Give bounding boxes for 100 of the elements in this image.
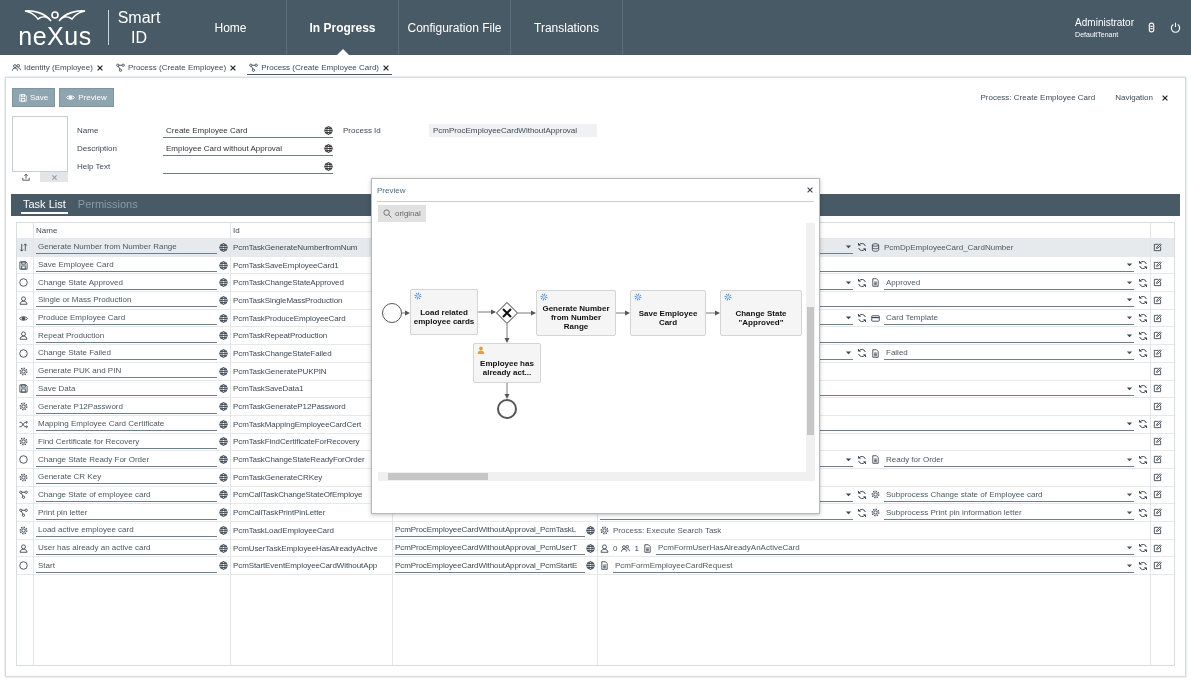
select-field[interactable]: Ready for Order [884,452,1134,467]
close-icon[interactable] [1161,93,1169,102]
refresh-icon[interactable] [857,348,867,359]
name-field[interactable]: Find Certificate for Recovery [36,434,217,449]
name-field[interactable]: Start [36,558,217,573]
edit-icon[interactable] [1153,313,1162,323]
table-row[interactable]: Load active employee card PcmTaskLoadEmployeeCard PcmProcEmployeeCardWithoutApproval_PcmTaskL Process: Execute Search Task [17,522,1174,540]
refresh-icon[interactable] [1138,560,1148,571]
nav-tab[interactable]: Configuration File [399,0,511,55]
edit-icon[interactable] [1153,437,1162,447]
select-field[interactable]: PcmFormUserHasAlreadyAnActiveCard [655,541,1134,556]
power-icon[interactable] [1170,22,1181,33]
select-field[interactable]: Card Template [884,311,1134,326]
table-row[interactable]: User has already an active card PcmUserTaskEmployeeHasAlreadyActive PcmProcEmployeeCardWithoutApproval_PcmUserT 0 1 PcmFormUserHasAlreadyAnActiveCard [17,539,1174,558]
refresh-icon[interactable] [857,313,867,324]
select-field[interactable]: Subprocess Print pin information letter [884,505,1134,520]
section-tab[interactable]: Task List [21,196,68,214]
edit-icon[interactable] [1153,525,1162,535]
name-field[interactable]: Change State Failed [36,346,217,361]
name-field[interactable]: Generate P12Password [36,399,217,414]
document-tab[interactable]: Process (Create Employee) [113,63,240,75]
edit-icon[interactable] [1153,295,1162,305]
close-icon[interactable] [382,63,390,72]
refresh-icon[interactable] [857,454,867,465]
name-field[interactable]: Repeat Production [36,328,217,343]
name-field[interactable]: Generate Number from Number Range [36,240,217,255]
name-field[interactable]: Print pin letter [36,505,217,520]
badge-icon[interactable] [1146,22,1157,33]
edit-icon[interactable] [1153,508,1162,518]
close-icon[interactable] [229,63,238,72]
refresh-icon[interactable] [1138,419,1148,430]
edit-icon[interactable] [1153,490,1162,500]
select-field[interactable]: Subprocess Change state of Employee card [884,487,1134,502]
edit-icon[interactable] [1153,331,1162,341]
name-field[interactable]: Change State Approved [36,275,217,290]
refresh-icon[interactable] [857,507,867,518]
name-field[interactable]: Change State Ready For Order [36,452,217,467]
select-field[interactable]: PcmFormEmployeeCardRequest [613,558,1134,573]
nav-tab[interactable]: Translations [511,0,623,55]
name-field[interactable]: User has already an active card [36,541,217,556]
edit-icon[interactable] [1153,384,1162,394]
refresh-icon[interactable] [1138,348,1148,359]
process-task-field[interactable]: PcmProcEmployeeCardWithoutApproval_PcmUserT [395,541,585,556]
table-row[interactable]: Start PcmStartEventEmployeeCardWithoutApp PcmProcEmployeeCardWithoutApproval_PcmStartE PcmFormEmployeeCardRequest [17,557,1174,576]
refresh-icon[interactable] [1138,454,1148,465]
close-icon[interactable] [806,186,814,194]
document-tab[interactable]: Identity (Employee) [10,63,106,75]
name-field[interactable]: Produce Employee Card [36,311,217,326]
user-icon [19,543,28,553]
name-field[interactable]: Save Data [36,381,217,396]
refresh-icon[interactable] [1138,507,1148,518]
name-field[interactable]: Save Employee Card [36,258,217,273]
edit-icon[interactable] [1153,455,1162,465]
refresh-icon[interactable] [857,242,867,253]
nav-tab[interactable]: Home [175,0,287,55]
refresh-icon[interactable] [1138,260,1148,271]
vertical-scrollbar[interactable] [806,223,815,472]
search-icon [383,209,392,218]
refresh-icon[interactable] [1138,313,1148,324]
edit-icon[interactable] [1153,278,1162,288]
edit-icon[interactable] [1153,472,1162,482]
refresh-icon[interactable] [1138,277,1148,288]
globe-icon [324,144,333,153]
gateway-icon [496,302,518,324]
card-icon [871,313,880,323]
horizontal-scrollbar[interactable] [378,472,815,481]
edit-icon[interactable] [1153,348,1162,358]
edit-icon[interactable] [1153,402,1162,412]
process-task-field[interactable]: PcmProcEmployeeCardWithoutApproval_PcmStartE [395,558,585,573]
input-field[interactable] [163,160,333,174]
name-field[interactable]: Generate PUK and PIN [36,364,217,379]
input-field[interactable]: Create Employee Card [163,124,333,138]
refresh-icon[interactable] [1138,489,1148,500]
refresh-icon[interactable] [1138,543,1148,554]
edit-icon[interactable] [1153,366,1162,376]
navigation-link[interactable]: Navigation [1115,93,1153,102]
id-cell: PcmTaskSaveData1 [233,384,304,394]
close-icon[interactable] [95,63,104,72]
select-field[interactable]: Failed [884,346,1134,361]
refresh-icon[interactable] [857,277,867,288]
name-field[interactable]: Load active employee card [36,523,217,538]
name-field[interactable]: Single or Mass Production [36,293,217,308]
refresh-icon[interactable] [1138,295,1148,306]
input-field[interactable]: Employee Card without Approval [163,142,333,156]
edit-icon[interactable] [1153,419,1162,429]
edit-icon[interactable] [1153,543,1162,553]
edit-icon[interactable] [1153,242,1162,252]
name-field[interactable]: Mapping Employee Card Certificate [36,417,217,432]
edit-icon[interactable] [1153,561,1162,571]
refresh-icon[interactable] [1138,330,1148,341]
refresh-icon[interactable] [1138,383,1148,394]
name-field[interactable]: Generate CR Key [36,470,217,485]
original-button[interactable]: original [378,205,426,222]
name-field[interactable]: Change State of employee card [36,487,217,502]
document-tab[interactable]: Process (Create Employee Card) [247,63,392,75]
refresh-icon[interactable] [857,489,867,500]
select-field[interactable]: Approved [884,275,1134,290]
edit-icon[interactable] [1153,260,1162,270]
process-task-field[interactable]: PcmProcEmployeeCardWithoutApproval_PcmTaskL [395,523,585,538]
nav-tab[interactable]: In Progress [287,0,399,55]
